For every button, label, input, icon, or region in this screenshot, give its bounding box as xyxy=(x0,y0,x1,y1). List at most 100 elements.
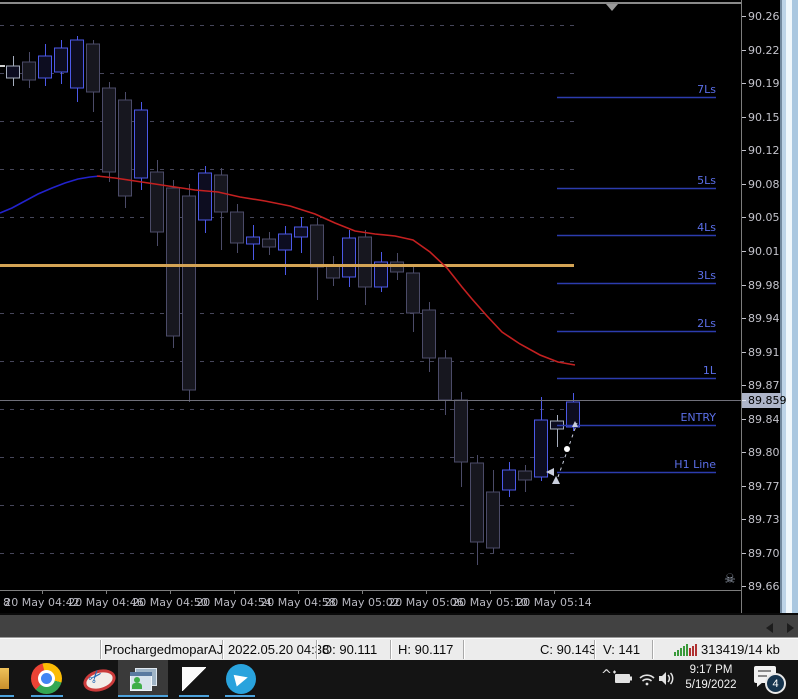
price-tick-label: 90.050 xyxy=(742,210,787,224)
candle xyxy=(518,465,532,492)
ma-blue-line xyxy=(0,175,101,214)
candle xyxy=(230,204,244,253)
status-separator xyxy=(316,640,318,659)
candle xyxy=(358,230,372,305)
status-separator xyxy=(222,640,224,659)
candle-body xyxy=(566,401,580,428)
scroll-right-icon[interactable] xyxy=(787,623,794,633)
candle xyxy=(534,397,548,481)
open-value: O: 90.111 xyxy=(322,642,378,657)
desktop: 7Ls 5Ls 4Ls 3Ls 2Ls 1L ENTRY H1 Line 8 20 May 04:… xyxy=(0,0,798,699)
level-label: 1L xyxy=(703,364,717,377)
tray-expand-icon[interactable]: ^ xyxy=(601,668,612,683)
taskbar-notes-button[interactable] xyxy=(176,660,212,697)
clock-date: 5/19/2022 xyxy=(685,679,737,691)
price-tick-label: 90.155 xyxy=(742,110,787,124)
candle-body xyxy=(102,87,116,173)
candle-body xyxy=(230,211,244,244)
candle-body xyxy=(38,55,52,79)
level-label: 4Ls xyxy=(697,221,716,234)
candle xyxy=(6,56,20,86)
price-tick-label: 90.225 xyxy=(742,43,787,57)
level-label: 3Ls xyxy=(697,269,716,282)
price-tick-label: 89.945 xyxy=(742,311,787,325)
close-value: C: 90.143 xyxy=(540,642,597,657)
chrome-icon xyxy=(30,663,62,694)
bar-datetime: 2022.05.20 04:38 xyxy=(228,642,330,657)
price-tick-label: 89.980 xyxy=(742,278,787,292)
candle xyxy=(342,230,356,287)
candle xyxy=(486,470,500,553)
battery-icon[interactable] xyxy=(613,670,632,684)
price-chart[interactable]: 7Ls5Ls4Ls3Ls2Ls1LENTRYH1 Line820 May 04:… xyxy=(0,0,741,613)
open-app-indicator xyxy=(31,695,63,697)
level-label: 5Ls xyxy=(697,174,716,187)
candle xyxy=(310,218,324,300)
candle-body xyxy=(310,224,324,268)
open-app-indicator xyxy=(225,695,255,697)
taskbar-snipping-tool-button[interactable]: ✂ xyxy=(78,660,119,697)
candle xyxy=(118,92,132,208)
candle xyxy=(38,44,52,86)
candle-body xyxy=(22,61,36,81)
level-label: 2Ls xyxy=(697,317,716,330)
candle-body xyxy=(278,233,292,251)
candle-body xyxy=(70,39,84,89)
price-tick-label: 89.770 xyxy=(742,479,787,493)
scroll-left-icon[interactable] xyxy=(766,623,773,633)
taskbar-metatrader-button[interactable] xyxy=(118,660,168,697)
candle xyxy=(550,415,564,447)
open-app-indicator xyxy=(179,695,209,697)
status-separator xyxy=(390,640,392,659)
taskbar-chrome-button[interactable] xyxy=(24,660,68,697)
speaker-icon[interactable] xyxy=(659,672,674,685)
candle xyxy=(22,52,36,88)
candle-body xyxy=(166,187,180,337)
price-scale[interactable]: 90.260 90.225 90.190 90.155 90.120 90.085 90.0… xyxy=(741,0,787,613)
candle xyxy=(278,226,292,275)
metatrader-icon xyxy=(130,667,157,691)
candle xyxy=(326,256,340,286)
candle-body xyxy=(150,171,164,233)
notification-badge: 4 xyxy=(765,673,786,694)
candle-body xyxy=(54,47,68,73)
chart-shift-marker-icon xyxy=(606,4,618,11)
status-separator xyxy=(100,640,102,659)
current-price-box: 89.859 xyxy=(742,393,787,408)
candle-body xyxy=(342,237,356,278)
candle xyxy=(294,217,308,253)
taskbar-telegram-button[interactable] xyxy=(222,660,260,697)
status-separator xyxy=(594,640,596,659)
candle-body xyxy=(438,357,452,401)
status-bar: ProchargedmoparAJ 2022.05.20 04:38 O: 90… xyxy=(0,637,798,661)
candle-body xyxy=(534,419,548,478)
time-label: 20 May 05:14 xyxy=(516,596,591,609)
candle-body xyxy=(422,309,436,359)
price-tick-label: 89.700 xyxy=(742,546,787,560)
price-tick-label: 90.085 xyxy=(742,177,787,191)
price-tick-label: 89.665 xyxy=(742,579,787,593)
price-tick-label: 89.840 xyxy=(742,412,787,426)
status-separator xyxy=(652,640,654,659)
buy-arrow-icon xyxy=(552,476,560,484)
candle xyxy=(246,225,260,260)
taskbar: ✂ ^ 9:17 PM 5/19/2022 4 xyxy=(0,660,798,699)
black-white-app-icon xyxy=(182,666,206,691)
snipping-tool-icon: ✂ xyxy=(80,665,119,695)
candle xyxy=(454,392,468,487)
candle-body xyxy=(6,65,20,79)
taskbar-clock[interactable]: 9:17 PM 5/19/2022 xyxy=(680,663,742,693)
system-tray-icons[interactable] xyxy=(612,670,678,688)
candle xyxy=(86,40,100,112)
traffic-counter: 313419/14 kb xyxy=(701,642,780,657)
candle xyxy=(502,462,516,497)
candle-body xyxy=(406,272,420,314)
file-explorer-icon[interactable] xyxy=(0,668,9,689)
price-tick-label: 89.910 xyxy=(742,345,787,359)
wifi-icon[interactable] xyxy=(639,674,655,686)
status-separator xyxy=(463,640,465,659)
account-name: ProchargedmoparAJ xyxy=(104,642,224,657)
candle-body xyxy=(518,470,532,481)
candle-body xyxy=(470,462,484,543)
candle-body xyxy=(246,236,260,245)
